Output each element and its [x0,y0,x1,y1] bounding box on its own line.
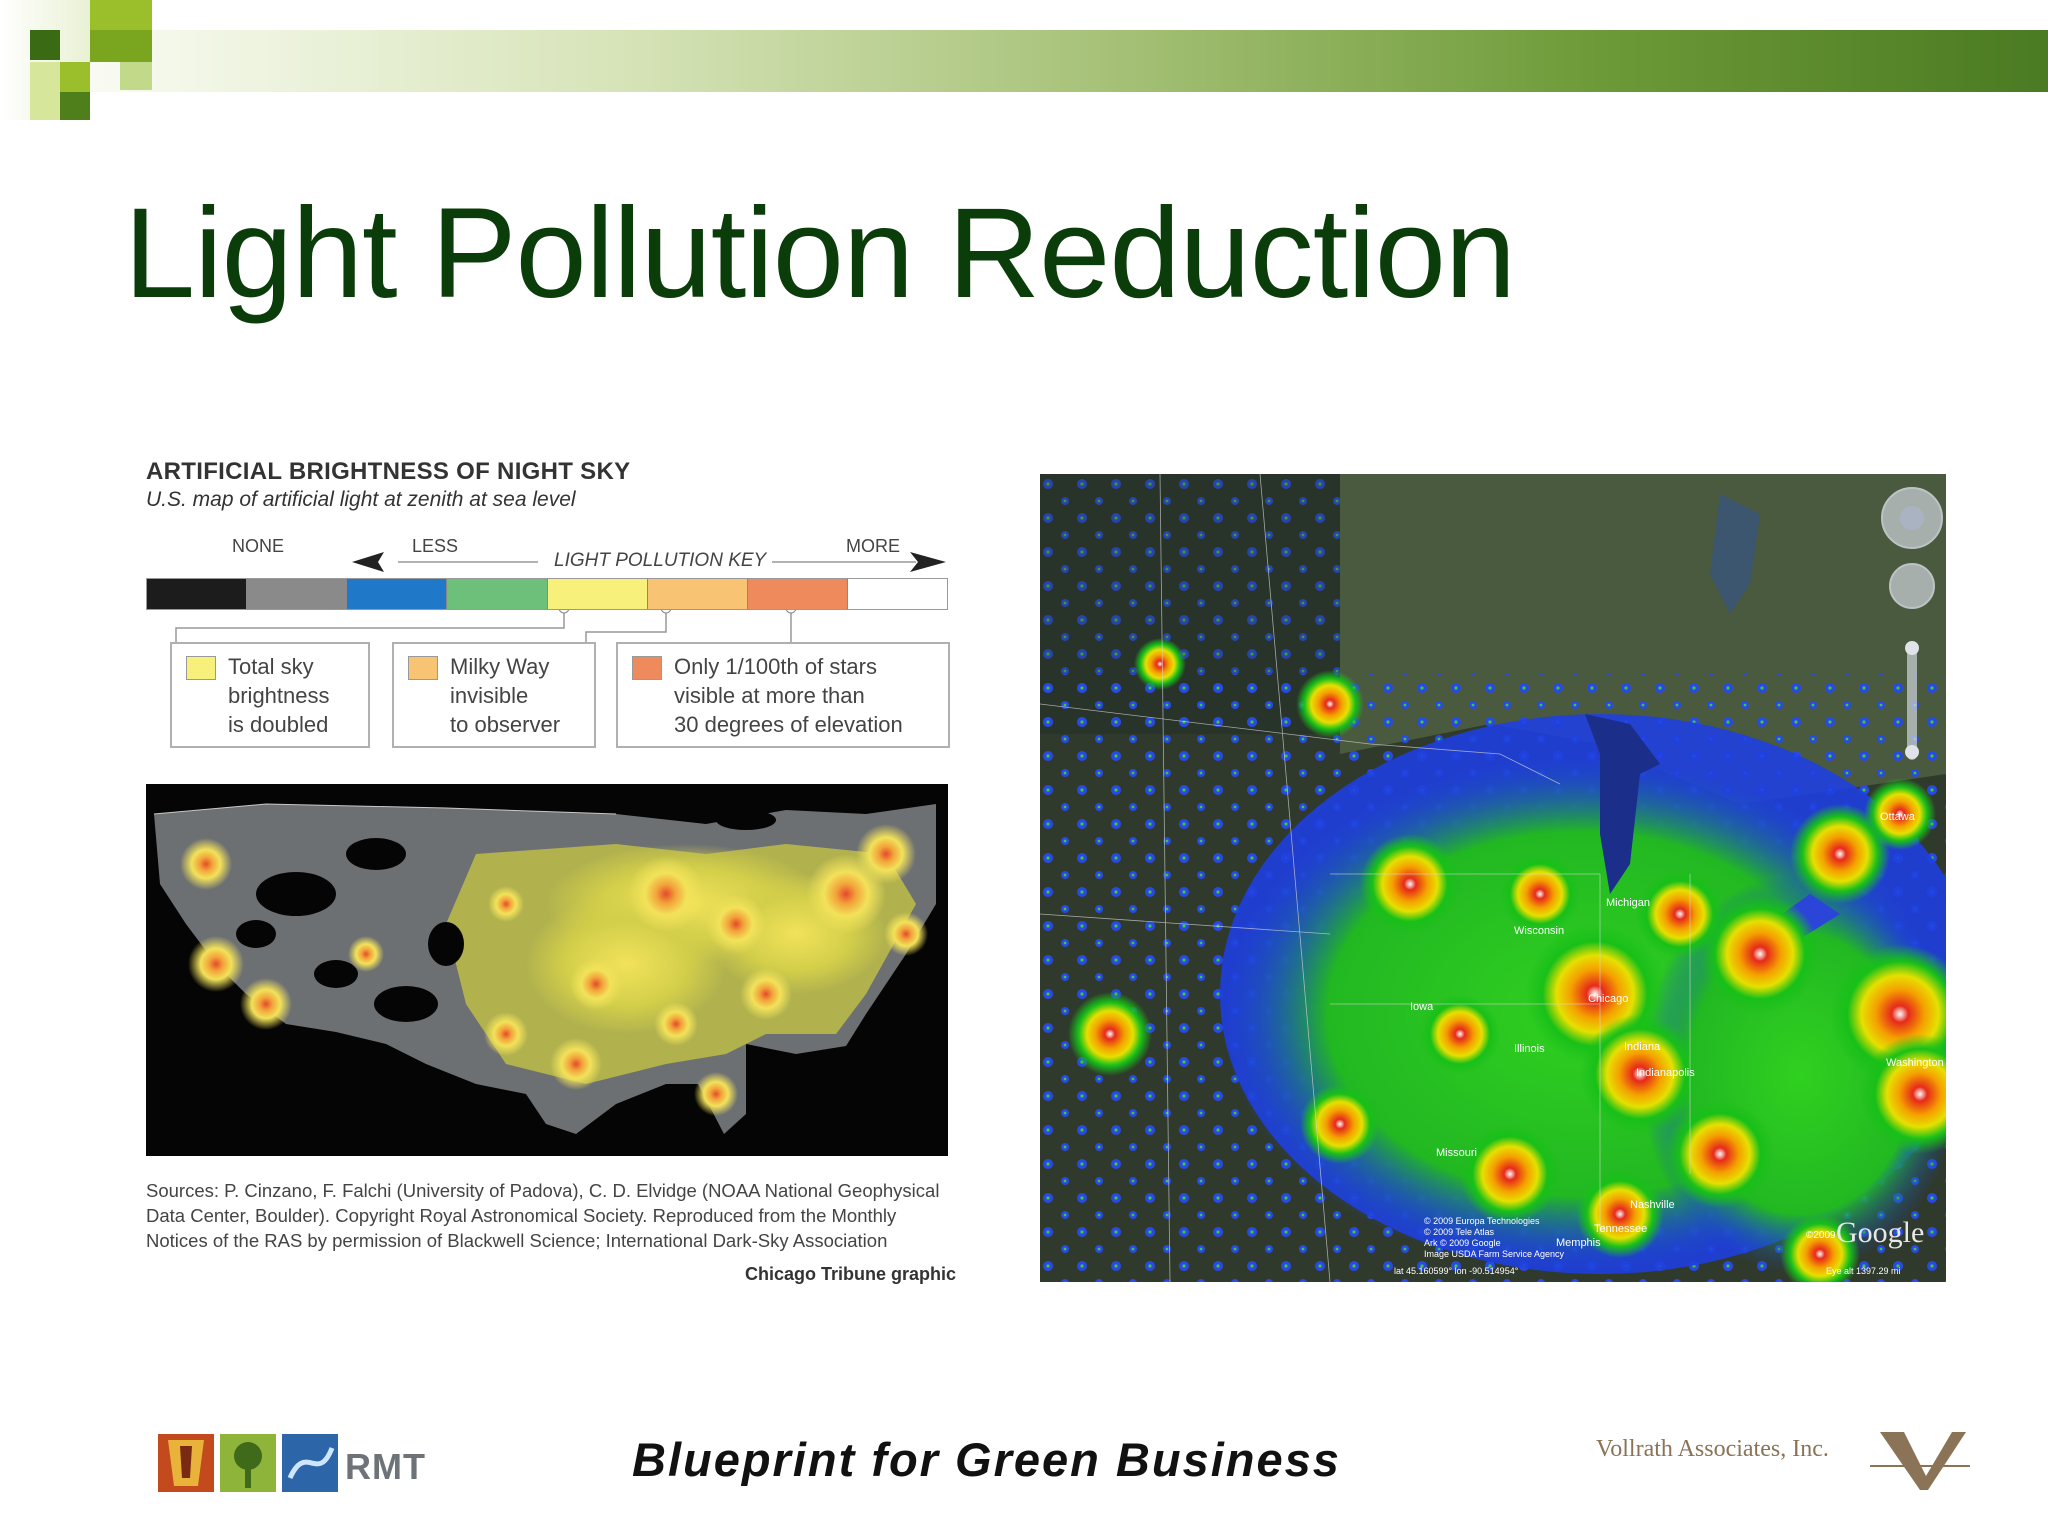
map-label-washington: Washington [1886,1057,1944,1069]
map-label-missouri: Missouri [1436,1147,1477,1159]
map-label-nashville: Nashville [1630,1199,1675,1211]
map-attribution: Image USDA Farm Service Agency [1424,1249,1565,1259]
rmt-logo: RMT [345,1446,426,1487]
legend-box-stars: Only 1/100th of stars visible at more th… [616,642,950,748]
legend-text: Milky Way invisible to observer [450,654,561,737]
map-attribution: © 2009 Tele Atlas [1424,1227,1495,1237]
key-color-segment [347,579,448,609]
map-label-indiana: Indiana [1624,1041,1661,1053]
key-color-segment [147,579,248,609]
map-attribution: Ark © 2009 Google [1424,1238,1501,1248]
light-pollution-infographic: ARTIFICIAL BRIGHTNESS OF NIGHT SKY U.S. … [146,458,956,1298]
key-color-segment [647,579,748,609]
key-arrows [175,552,946,642]
vollrath-logo-text: Vollrath Associates, Inc. [1596,1436,1829,1462]
map-eye-altitude: Eye alt 1397.29 mi [1826,1266,1901,1276]
vollrath-v-logo [1870,1432,1970,1490]
pollution-color-key [146,578,948,610]
key-color-segment [547,579,648,609]
graphic-credit: Chicago Tribune graphic [744,1264,956,1284]
header-gradient-band [0,30,2048,92]
map-attribution: © 2009 Europa Technologies [1424,1216,1540,1226]
key-color-segment [747,579,848,609]
legend-swatch-orange [408,656,438,680]
google-logo: Google [1836,1216,1924,1249]
google-copyright: ©2009 [1806,1230,1836,1241]
legend-swatch-yellow [186,656,216,680]
key-color-segment [247,579,348,609]
sources-text: Sources: P. Cinzano, F. Falchi (Universi… [146,1180,940,1251]
map-label-memphis: Memphis [1556,1237,1601,1249]
legend-box-milky-way: Milky Way invisible to observer [392,642,596,748]
map-coordinates: lat 45.160599° lon -90.514954° [1394,1266,1519,1276]
footer-tagline: Blueprint for Green Business [632,1433,1341,1486]
map-label-chicago: Chicago [1588,993,1628,1005]
key-color-segment [847,579,947,609]
legend-text: Total sky brightness is doubled [228,654,330,737]
satellite-light-pollution-map: Ottawa Michigan Wisconsin Iowa Chicago I… [1040,474,1946,1282]
map-label-wisconsin: Wisconsin [1514,925,1564,937]
legend-swatch-red [632,656,662,680]
key-color-segment [447,579,548,609]
partner-logo-icons [158,1434,338,1492]
map-label-ottawa: Ottawa [1880,811,1916,823]
map-label-illinois: Illinois [1514,1043,1545,1055]
map-label-indianapolis: Indianapolis [1636,1067,1695,1079]
slide-title: Light Pollution Reduction [124,182,1516,325]
legend-box-sky-doubled: Total sky brightness is doubled [170,642,370,748]
map-label-michigan: Michigan [1606,897,1650,909]
us-light-pollution-map [146,784,948,1156]
map-label-tennessee: Tennessee [1594,1223,1647,1235]
legend-text: Only 1/100th of stars visible at more th… [674,654,903,737]
map-label-iowa: Iowa [1410,1001,1434,1013]
